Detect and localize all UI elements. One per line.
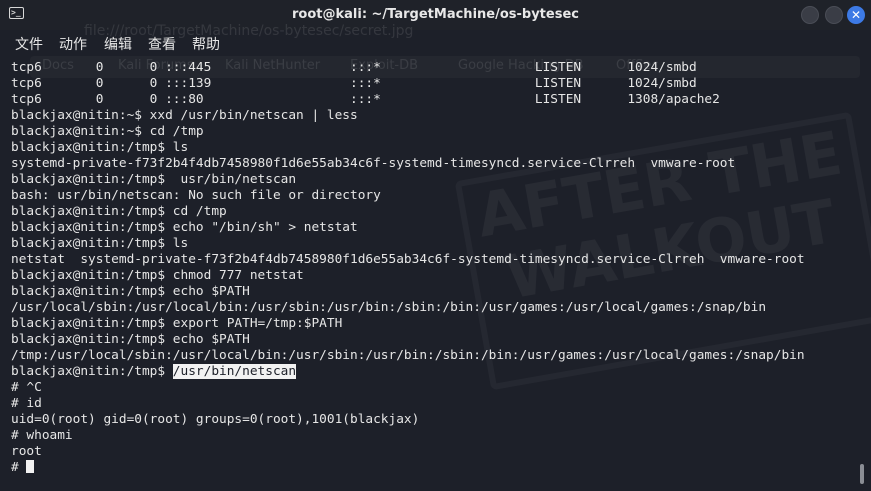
root-prompt: # <box>11 460 27 475</box>
terminal-line: /usr/local/sbin:/usr/local/bin:/usr/sbin… <box>11 300 767 315</box>
terminal-output[interactable]: tcp6 0 0 :::445 :::* LISTEN 1024/smbd tc… <box>11 60 851 490</box>
terminal-line: netstat systemd-private-f73f2b4f4db74589… <box>11 252 805 267</box>
menu-view[interactable]: 查看 <box>148 34 176 54</box>
terminal-line: blackjax@nitin:/tmp$ export PATH=/tmp:$P… <box>11 316 343 331</box>
terminal-line: blackjax@nitin:/tmp$ echo $PATH <box>11 284 250 299</box>
terminal-line: root <box>11 444 42 459</box>
terminal-line: tcp6 0 0 :::139 :::* LISTEN 1024/smbd <box>11 76 697 91</box>
terminal-line: /tmp:/usr/local/sbin:/usr/local/bin:/usr… <box>11 348 805 363</box>
selected-text[interactable]: /usr/bin/netscan <box>172 364 297 379</box>
window-title: root@kali: ~/TargetMachine/os-bytesec <box>292 7 579 22</box>
terminal-line: blackjax@nitin:/tmp$ chmod 777 netstat <box>11 268 304 283</box>
terminal-window: AFTER THE WALKOUT >_ root@kali: ~/Target… <box>0 0 871 491</box>
terminal-line: tcp6 0 0 :::445 :::* LISTEN 1024/smbd <box>11 60 697 75</box>
terminal-line: blackjax@nitin:/tmp$ cd /tmp <box>11 204 227 219</box>
terminal-input-line[interactable]: # <box>11 460 851 476</box>
terminal-line: systemd-private-f73f2b4f4db7458980f1d6e5… <box>11 156 736 171</box>
close-button[interactable]: ✕ <box>847 6 865 24</box>
terminal-line: blackjax@nitin:/tmp$ ls <box>11 236 189 251</box>
terminal-line: blackjax@nitin:/tmp$ ls <box>11 140 189 155</box>
terminal-line: blackjax@nitin:/tmp$ echo $PATH <box>11 332 250 347</box>
scrollbar-thumb[interactable] <box>860 464 864 484</box>
terminal-line: uid=0(root) gid=0(root) groups=0(root),1… <box>11 412 420 427</box>
terminal-line: blackjax@nitin:/tmp$ echo "/bin/sh" > ne… <box>11 220 358 235</box>
terminal-prompt: blackjax@nitin:/tmp$ <box>11 364 173 379</box>
terminal-line: # ^C <box>11 380 42 395</box>
maximize-button[interactable] <box>825 6 843 24</box>
terminal-line: # id <box>11 396 42 411</box>
menu-help[interactable]: 帮助 <box>192 34 220 54</box>
terminal-line: blackjax@nitin:/tmp$ usr/bin/netscan <box>11 172 297 187</box>
menu-bar: 文件 动作 编辑 查看 帮助 <box>0 30 871 56</box>
terminal-line: bash: usr/bin/netscan: No such file or d… <box>11 188 381 203</box>
minimize-button[interactable] <box>801 6 819 24</box>
menu-file[interactable]: 文件 <box>15 34 43 54</box>
terminal-line: blackjax@nitin:~$ cd /tmp <box>11 124 204 139</box>
terminal-line: blackjax@nitin:~$ xxd /usr/bin/netscan |… <box>11 108 358 123</box>
terminal-line: # whoami <box>11 428 73 443</box>
menu-edit[interactable]: 编辑 <box>104 34 132 54</box>
text-cursor <box>26 460 35 473</box>
terminal-line-selected: blackjax@nitin:/tmp$ /usr/bin/netscan <box>11 364 851 380</box>
menu-actions[interactable]: 动作 <box>59 34 87 54</box>
terminal-line: tcp6 0 0 :::80 :::* LISTEN 1308/apache2 <box>11 92 720 107</box>
